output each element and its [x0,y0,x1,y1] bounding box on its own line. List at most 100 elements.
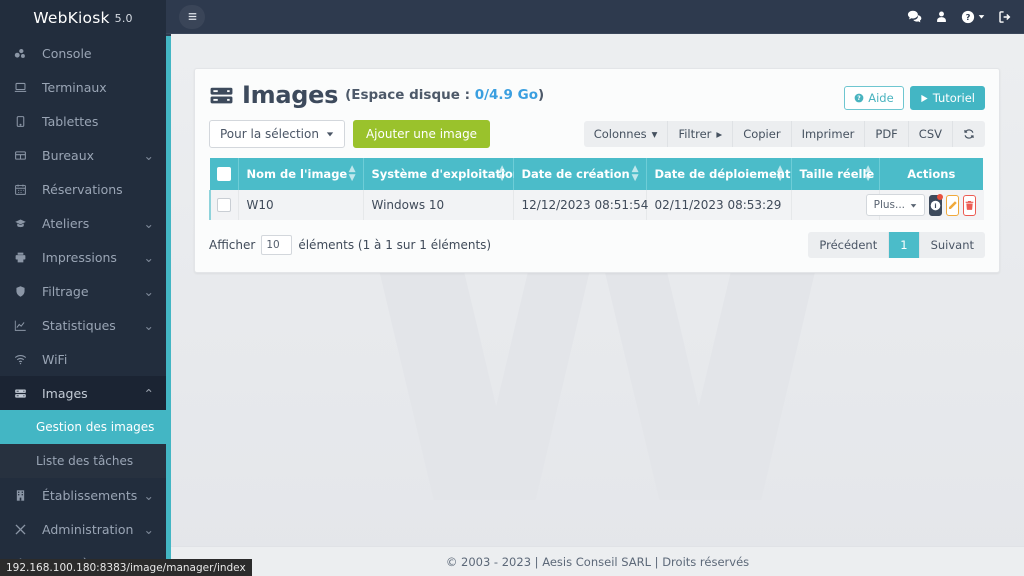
sidebar-label: Console [42,45,92,61]
page-title: Images [242,81,339,109]
sidebar-item-filtrage[interactable]: Filtrage ⌄ [0,274,166,308]
column-label: Nom de l'image [246,167,348,181]
page-length-input[interactable] [261,235,293,255]
filter-button[interactable]: Filtrer ▸ [668,121,734,147]
selection-dropdown[interactable]: Pour la sélection [209,120,345,148]
browser-status-bar: 192.168.100.180:8383/image/manager/index [0,559,252,576]
more-actions-button[interactable]: Plus... [865,194,925,216]
column-header-actions: Actions [879,158,984,190]
sidebar-item-images[interactable]: Images ⌃ [0,376,166,410]
edit-button[interactable] [946,194,959,216]
sidebar-label: Filtrage [42,283,89,299]
table-row[interactable]: W10 Windows 10 12/12/2023 08:51:54 02/11… [209,190,984,220]
topbar-icons: ? [907,9,1012,24]
panel-header-buttons: ? Aide Tutoriel [844,81,985,110]
table-footer: Afficher éléments (1 à 1 sur 1 éléments)… [195,220,999,272]
sidebar-item-reservations[interactable]: Réservations [0,172,166,206]
refresh-button[interactable] [953,121,985,147]
sort-icon: ▲ ▼ [864,164,872,183]
graduation-cap-icon [14,217,34,230]
refresh-icon [963,128,975,140]
pagination: Précédent 1 Suivant [808,232,985,258]
add-image-button[interactable]: Ajouter une image [352,120,491,148]
cell-image-name: W10 [238,190,364,220]
logout-icon[interactable] [998,10,1012,24]
question-circle-icon: ? [854,93,864,103]
chevron-down-icon: ▾ [651,127,658,141]
pagination-previous[interactable]: Précédent [808,232,890,258]
more-actions-label: Plus... [873,199,905,211]
wifi-icon [14,353,34,366]
calendar-icon [14,183,34,196]
sidebar-label: Bureaux [42,147,95,163]
shield-icon [14,285,34,298]
disk-space-prefix: (Espace disque : [345,87,475,103]
selection-dropdown-label: Pour la sélection [220,127,319,141]
select-all-checkbox[interactable] [216,167,231,182]
show-label: Afficher [209,238,256,252]
sidebar-item-statistiques[interactable]: Statistiques ⌄ [0,308,166,342]
sidebar-item-tablettes[interactable]: Tablettes [0,104,166,138]
delete-button[interactable] [963,194,976,216]
info-button[interactable]: i [929,193,943,216]
chevron-right-icon: ▸ [716,127,723,141]
column-header-os[interactable]: Système d'exploitation ▲ ▼ [363,158,521,190]
help-button-label: Aide [868,91,894,105]
cell-created-date: 12/12/2023 08:51:54 [513,190,648,220]
table-header-row: Nom de l'image ▲ ▼ Système d'exploitation… [210,158,984,190]
row-select-cell[interactable] [209,190,239,220]
trash-icon [965,200,974,210]
help-button[interactable]: ? Aide [844,86,904,110]
tools-icon [14,523,34,536]
sort-icon: ▲ ▼ [498,164,506,183]
sidebar-item-console[interactable]: Console [0,36,166,70]
sidebar-subitem-liste-des-taches[interactable]: Liste des tâches [0,444,166,478]
column-header-size[interactable]: Taille réelle ▲ ▼ [791,158,880,190]
brand-logo[interactable]: WebKiosk 5.0 [0,0,166,36]
sidebar-item-administration[interactable]: Administration ⌄ [0,512,166,546]
columns-button[interactable]: Colonnes ▾ [583,121,669,147]
svg-text:i: i [934,201,936,209]
select-all-header[interactable] [210,158,239,190]
user-icon[interactable] [935,10,948,24]
table-container: Nom de l'image ▲ ▼ Système d'exploitation… [195,158,999,220]
tutorial-button[interactable]: Tutoriel [909,86,985,110]
pagination-page-1[interactable]: 1 [889,232,920,258]
items-info-label: éléments (1 à 1 sur 1 éléments) [298,238,492,252]
comments-icon[interactable] [907,9,922,24]
sidebar-item-impressions[interactable]: Impressions ⌄ [0,240,166,274]
sidebar-item-etablissements[interactable]: Établissements ⌄ [0,478,166,512]
table-head: Nom de l'image ▲ ▼ Système d'exploitation… [210,158,984,190]
brand-name: WebKiosk [33,9,110,27]
sidebar-subitem-label: Gestion des images [36,420,155,434]
images-table: Nom de l'image ▲ ▼ Système d'exploitation… [209,158,985,220]
menu-toggle-button[interactable] [179,4,205,29]
csv-button[interactable]: CSV [908,121,953,147]
sidebar: WebKiosk 5.0 Console Terminaux Tablettes… [0,0,166,576]
svg-text:?: ? [966,12,971,22]
help-icon[interactable]: ? [961,10,985,24]
disk-space-suffix: ) [538,87,545,103]
sidebar-subitem-gestion-des-images[interactable]: Gestion des images [0,410,166,444]
chevron-down-icon: ⌄ [143,487,154,503]
pagination-next[interactable]: Suivant [919,232,985,258]
sidebar-item-ateliers[interactable]: Ateliers ⌄ [0,206,166,240]
sidebar-item-wifi[interactable]: WiFi [0,342,166,376]
sidebar-item-terminaux[interactable]: Terminaux [0,70,166,104]
column-header-created[interactable]: Date de création ▲ ▼ [513,158,647,190]
table-toolbar: Pour la sélection Ajouter une image Colo… [195,118,999,158]
sidebar-label: Statistiques [42,317,116,333]
laptop-icon [14,81,34,94]
column-label: Taille réelle [799,167,875,181]
column-label: Actions [907,167,956,181]
pdf-button[interactable]: PDF [865,121,909,147]
copy-button[interactable]: Copier [733,121,792,147]
sidebar-item-bureaux[interactable]: Bureaux ⌄ [0,138,166,172]
columns-button-label: Colonnes [593,127,647,141]
row-checkbox[interactable] [217,198,232,213]
column-header-deployed[interactable]: Date de déploiement ▲ ▼ [646,158,792,190]
top-navbar: ? [166,0,1024,34]
print-button[interactable]: Imprimer [791,121,866,147]
sidebar-label: Réservations [42,181,123,197]
column-header-name[interactable]: Nom de l'image ▲ ▼ [238,158,364,190]
